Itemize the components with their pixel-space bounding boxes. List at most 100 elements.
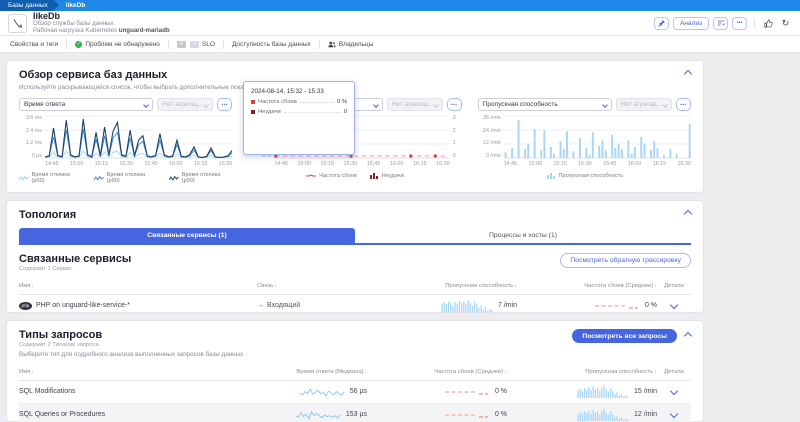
tab-related-services[interactable]: Связанные сервисы (1) (19, 228, 355, 243)
throughput-chart[interactable] (504, 115, 691, 159)
x-tick: 16:15 (413, 161, 427, 167)
metric-select-response-time[interactable]: Время ответа (19, 98, 153, 111)
aggregation-select[interactable]: Нет агрегац... (616, 98, 672, 111)
header-titles: likeDb Обзор службы базы данных Рабочая … (33, 12, 170, 34)
row-details-chevron[interactable] (670, 301, 678, 309)
row-details-chevron[interactable] (670, 387, 678, 395)
slo-tag[interactable]: 0 0 SLO (169, 39, 224, 49)
service-name[interactable]: PHP on unguard-like-service-* (36, 302, 130, 309)
related-services-header: Связанные сервисы Содержит 1 Сервис. Пос… (19, 253, 691, 272)
topology-card: Топология Связанные сервисы (1) Процессы… (6, 200, 704, 313)
slo-label: SLO (202, 41, 215, 48)
col-response-time[interactable]: Время ответа [Медиана]↕ (217, 369, 367, 376)
table-row[interactable]: SQL Modifications 56 µs 0 % 15 /min (19, 381, 691, 404)
aggregation-select[interactable]: Нет агрегац... (387, 98, 443, 111)
topology-tabs: Связанные сервисы (1) Процессы и хосты (… (19, 228, 691, 245)
response-time-sparkline (295, 408, 341, 422)
service-icon (8, 14, 27, 33)
x-tick: 16:30 (219, 161, 233, 167)
chevron-down-icon (662, 102, 668, 108)
col-details: Детали (657, 369, 691, 376)
chart-options-button[interactable]: ••• (217, 98, 232, 111)
throughput-value: 12 /min (634, 411, 657, 418)
metrics-icon (717, 19, 725, 27)
col-failure-rate[interactable]: Частота сбоев (Среднее)↕ (517, 283, 657, 290)
col-name[interactable]: Имя↕ (19, 369, 217, 376)
app-root: Базы данных likeDb likeDb Обзор службы б… (0, 0, 800, 422)
table-row[interactable]: SQL Queries or Procedures 153 µs 0 % 12 … (19, 404, 691, 422)
slo-count-1: 0 (177, 41, 186, 48)
problems-tag[interactable]: ✓ Проблем не обнаружено (67, 39, 169, 49)
availability-tag[interactable]: Доступность базы данных (224, 39, 320, 49)
aggregation-value: Нет агрегац... (162, 101, 201, 108)
page-header: likeDb Обзор службы базы данных Рабочая … (0, 11, 800, 36)
chart-options-button[interactable]: ••• (447, 98, 462, 111)
x-tick: 15:30 (119, 161, 133, 167)
main-content: Обзор сервиса баз данных Используйте рас… (0, 53, 710, 422)
aggregation-value: Нет агрегац... (621, 101, 660, 108)
aggregation-select[interactable]: Нет агрегац... (157, 98, 213, 111)
throughput-sparkline (577, 384, 629, 400)
breadcrumb-databases[interactable]: Базы данных (0, 0, 54, 11)
problems-label: Проблем не обнаружено (85, 41, 160, 48)
charts-row: Время ответа Нет агрегац... ••• 3.6 ms2.… (19, 98, 691, 184)
row-details-chevron[interactable] (670, 410, 678, 418)
workload-name: unguard-mariadb (119, 27, 170, 34)
throughput-value: 15 /min (634, 388, 657, 395)
php-icon: php (19, 302, 32, 310)
col-throughput[interactable]: Пропускная способность↕ (367, 283, 517, 290)
owners-icon (328, 41, 336, 48)
thumbs-up-icon (764, 19, 773, 28)
breadcrumb-current: likeDb (54, 0, 92, 11)
col-connection[interactable]: Связь↕ (257, 283, 367, 290)
breadcrumb-bar: Базы данных likeDb (0, 0, 800, 11)
table-row[interactable]: phpPHP on unguard-like-service-* →Входящ… (19, 295, 691, 318)
metrics-button[interactable] (713, 17, 728, 30)
metric-select-value: Пропускная способность (483, 101, 558, 108)
table-header: Имя↕ Связь↕ Пропускная способность↕ Част… (19, 279, 691, 295)
header-actions: Анализ ••• ↻ (654, 17, 792, 30)
failures-swatch (251, 110, 255, 114)
owners-tag[interactable]: Владельцы (320, 39, 382, 49)
response-time-chart[interactable] (45, 115, 232, 159)
chevron-down-icon (373, 102, 379, 108)
tab-processes-hosts[interactable]: Процессы и хосты (1) (355, 228, 691, 243)
thumbs-up-button[interactable] (762, 17, 775, 30)
chevron-down-icon (602, 102, 608, 108)
x-axis-labels: 14:4515:0015:1515:3015:4516:0016:1516:30 (478, 161, 691, 167)
topology-title: Топология (19, 209, 691, 221)
failure-value: 0 % (645, 302, 657, 309)
availability-label: Доступность базы данных (232, 41, 311, 48)
x-tick: 15:00 (70, 161, 84, 167)
x-tick: 15:00 (528, 161, 542, 167)
x-tick: 16:15 (194, 161, 208, 167)
tooltip-label: Частота сбоев (258, 99, 297, 105)
throughput-value: 7 /min (498, 302, 517, 309)
properties-tag[interactable]: Свойства и теги (10, 39, 67, 49)
pin-button[interactable] (654, 17, 669, 30)
refresh-button[interactable]: ↻ (779, 17, 792, 30)
response-time-value: 153 µs (346, 411, 367, 418)
query-type-name[interactable]: SQL Queries or Procedures (19, 411, 217, 418)
tooltip-row-failures: Неудачи 0 (251, 109, 347, 115)
view-all-queries-button[interactable]: Посмотреть все запросы (572, 329, 677, 343)
metric-select-throughput[interactable]: Пропускная способность (478, 98, 612, 111)
related-services-count: Содержит 1 Сервис. (19, 266, 560, 272)
more-button[interactable]: ••• (732, 17, 747, 30)
table-header: Имя↕ Время ответа [Медиана]↕ Частота сбо… (19, 365, 691, 381)
tags-bar: Свойства и теги ✓ Проблем не обнаружено … (0, 36, 800, 53)
query-type-name[interactable]: SQL Modifications (19, 388, 217, 395)
workload-prefix: Рабочая нагрузка Kubernetes (33, 27, 117, 34)
analyze-button[interactable]: Анализ (673, 17, 709, 30)
backtrace-button[interactable]: Посмотреть обратную трассировку (560, 253, 691, 268)
col-name[interactable]: Имя↕ (19, 283, 257, 290)
x-tick: 16:00 (628, 161, 642, 167)
chart-options-button[interactable]: ••• (676, 98, 691, 111)
failure-sparkline (444, 410, 490, 420)
x-axis-labels: 14:4515:0015:1515:3015:4516:0016:1516:30 (248, 161, 461, 167)
failure-rate-swatch (251, 100, 255, 104)
col-failure-rate[interactable]: Частота сбоев (Среднее)↕ (367, 369, 507, 376)
response-time-legend: Время отклика (p50) Время отклика (p90) … (19, 172, 232, 184)
col-throughput[interactable]: Пропускная способность↕ (507, 369, 657, 376)
query-types-collapse-icon[interactable] (684, 332, 692, 340)
